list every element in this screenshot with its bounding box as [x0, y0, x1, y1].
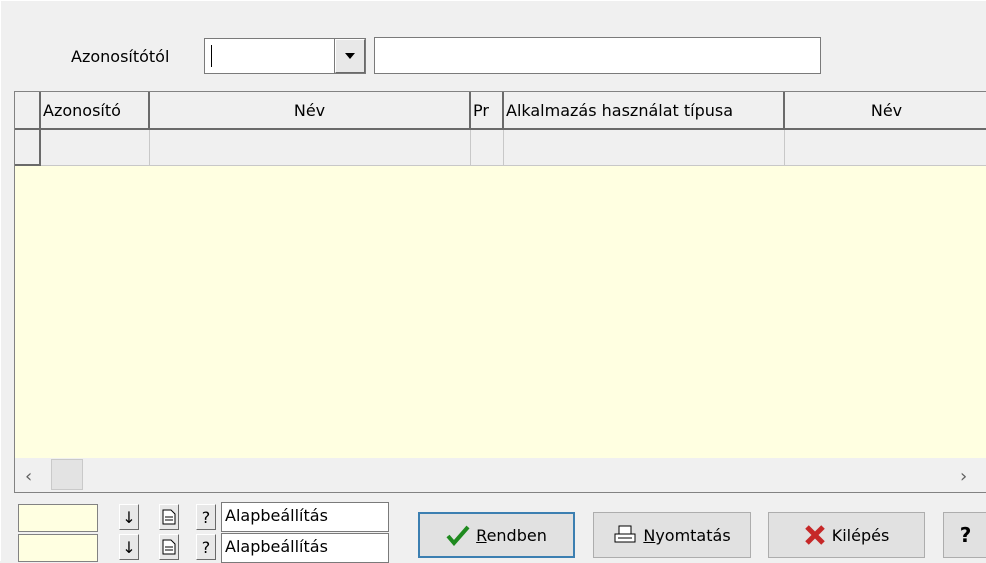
horizontal-scrollbar[interactable]: ‹ › [15, 458, 986, 492]
table-cell[interactable] [150, 130, 471, 166]
print-button-label: Nyomtatás [643, 525, 731, 545]
ok-button[interactable]: Rendben [418, 512, 575, 558]
x-icon [804, 525, 825, 545]
column-header-pr[interactable]: Pr [471, 92, 504, 130]
exit-button-label: Kilépés [831, 525, 890, 545]
document-icon[interactable] [159, 534, 179, 560]
settings-name-field[interactable]: Alapbeállítás [221, 533, 389, 563]
checkmark-icon [446, 525, 470, 546]
down-arrow-icon[interactable]: ↓ [119, 504, 139, 530]
row-indicator-header [15, 92, 41, 130]
row-indicator[interactable] [15, 130, 41, 166]
dropdown-button[interactable] [335, 39, 365, 73]
question-icon[interactable]: ? [196, 504, 216, 530]
column-header-alkalmazas-tipus[interactable]: Alkalmazás használat típusa [504, 92, 785, 130]
chevron-down-icon [345, 53, 355, 59]
table-cell[interactable] [41, 130, 150, 166]
document-icon[interactable] [159, 504, 179, 530]
settings-color-box[interactable] [18, 534, 98, 562]
question-icon: ? [959, 523, 972, 547]
down-arrow-icon[interactable]: ↓ [119, 534, 139, 560]
table-cell[interactable] [785, 130, 986, 166]
settings-color-box[interactable] [18, 504, 98, 532]
settings-name-field[interactable]: Alapbeállítás [221, 502, 389, 532]
id-from-label: Azonosítótól [71, 47, 170, 66]
scroll-right-icon[interactable]: › [960, 466, 967, 487]
table-cell[interactable] [504, 130, 785, 166]
text-caret [211, 45, 212, 67]
column-header-azonosito[interactable]: Azonosító [41, 92, 150, 130]
help-button[interactable]: ? [943, 512, 986, 558]
column-header-nev[interactable]: Név [150, 92, 471, 130]
scroll-left-icon[interactable]: ‹ [25, 466, 32, 487]
print-button[interactable]: Nyomtatás [593, 512, 751, 558]
exit-button[interactable]: Kilépés [768, 512, 925, 558]
column-header-nev-2[interactable]: Név [785, 92, 986, 130]
table-cell[interactable] [471, 130, 504, 166]
id-from-combobox[interactable] [204, 38, 366, 74]
name-display-field[interactable] [374, 37, 821, 74]
printer-icon [614, 525, 636, 543]
ok-button-label: Rendben [476, 525, 547, 545]
scrollbar-thumb[interactable] [51, 459, 83, 490]
dialog-window: Azonosítótól Azonosító Név Pr Alkalmazás… [0, 0, 986, 563]
question-icon[interactable]: ? [196, 534, 216, 560]
data-grid[interactable]: Azonosító Név Pr Alkalmazás használat tí… [14, 91, 986, 493]
